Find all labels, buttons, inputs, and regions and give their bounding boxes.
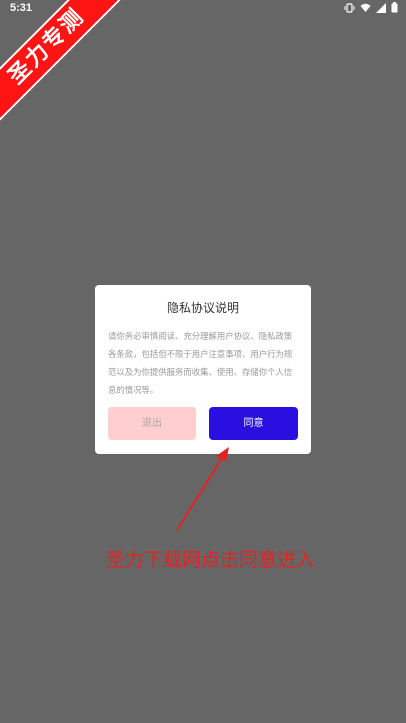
annotation-arrow bbox=[176, 447, 229, 531]
annotation-caption: 圣力下载网点击同意进入 bbox=[106, 549, 316, 571]
